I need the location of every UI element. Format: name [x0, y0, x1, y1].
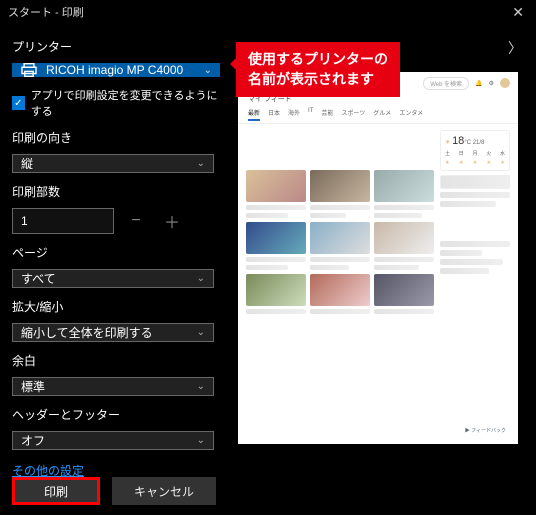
preview-tab: スポーツ: [341, 108, 365, 121]
weather-lo: 8: [481, 140, 484, 146]
wd: 水: [500, 150, 505, 157]
orientation-label: 印刷の向き: [12, 129, 220, 146]
orientation-select[interactable]: 縦 ⌄: [12, 154, 214, 173]
printer-select[interactable]: RICOH imagio MP C4000 ⌄: [12, 63, 220, 77]
preview-tab: グルメ: [373, 108, 391, 121]
cancel-button[interactable]: キャンセル: [112, 477, 216, 505]
sun-icon: ☀: [487, 160, 491, 166]
preview-tab: IT: [308, 108, 313, 121]
wd: 火: [486, 150, 491, 157]
wd: 土: [445, 150, 450, 157]
title-bar: スタート - 印刷 ✕: [0, 0, 536, 24]
preview-body: ☀ 18°C 21/8 土 日 月 火 水 ☀ ☀ ☀ ☀ ☀: [238, 124, 518, 320]
settings-panel: プリンター RICOH imagio MP C4000 ⌄ ✓ アプリで印刷設定…: [0, 24, 232, 464]
preview-card: [374, 222, 434, 270]
preview-card: [246, 222, 306, 270]
weather-unit: °C: [464, 140, 471, 146]
preview-tabs: 最新 日本 海外 IT 芸能 スポーツ グルメ エンタメ: [238, 106, 518, 124]
pages-value: すべて: [21, 270, 56, 287]
preview-search: Web を検索: [423, 77, 469, 90]
header-footer-select[interactable]: オフ ⌄: [12, 431, 214, 450]
margin-select[interactable]: 標準 ⌄: [12, 377, 214, 396]
preview-card: [246, 170, 306, 218]
sun-icon: ☀: [445, 140, 450, 146]
preview-tab: 海外: [288, 108, 300, 121]
bell-icon: 🔔: [475, 80, 482, 87]
sun-icon: ☀: [459, 160, 463, 166]
preview-side-text: [440, 241, 510, 247]
preview-main-col: [246, 130, 434, 314]
preview-feedback-text: フィードバック: [471, 428, 506, 434]
print-preview: Web を検索 🔔 ⚙ マイ フィード 最新 日本 海外 IT 芸能 スポーツ …: [238, 72, 518, 444]
sun-icon: ☀: [501, 160, 505, 166]
orientation-value: 縦: [21, 155, 33, 172]
checkbox-checked-icon: ✓: [12, 96, 25, 110]
preview-side-text: [440, 201, 496, 207]
app-override-label: アプリで印刷設定を変更できるようにする: [31, 87, 220, 119]
app-override-checkbox-row[interactable]: ✓ アプリで印刷設定を変更できるようにする: [12, 87, 220, 119]
callout-line2: 名前が表示されます: [248, 70, 388, 90]
preview-side-col: ☀ 18°C 21/8 土 日 月 火 水 ☀ ☀ ☀ ☀ ☀: [440, 130, 510, 314]
wd: 日: [459, 150, 464, 157]
header-footer-label: ヘッダーとフッター: [12, 406, 220, 423]
print-button[interactable]: 印刷: [12, 477, 100, 505]
close-icon[interactable]: ✕: [508, 4, 528, 21]
weather-days: 土 日 月 火 水: [445, 150, 505, 157]
preview-card: [310, 222, 370, 270]
copies-input[interactable]: [12, 208, 114, 234]
printer-icon: [20, 63, 38, 77]
preview-next-icon[interactable]: 〉: [508, 38, 522, 58]
avatar: [500, 78, 510, 88]
pages-select[interactable]: すべて ⌄: [12, 269, 214, 288]
pages-label: ページ: [12, 244, 220, 261]
weather-icons: ☀ ☀ ☀ ☀ ☀: [445, 160, 505, 166]
chevron-down-icon: ⌄: [197, 435, 205, 446]
preview-side-text: [440, 250, 482, 256]
preview-side-text: [440, 192, 510, 198]
preview-ad: [440, 175, 510, 189]
header-footer-value: オフ: [21, 432, 45, 449]
margin-value: 標準: [21, 378, 45, 395]
gear-icon: ⚙: [489, 80, 494, 87]
preview-card: [374, 274, 434, 314]
preview-tab: 日本: [268, 108, 280, 121]
preview-side-text: [440, 259, 503, 265]
window-title: スタート - 印刷: [8, 4, 84, 20]
preview-tab: エンタメ: [399, 108, 423, 121]
sun-icon: ☀: [473, 160, 477, 166]
preview-side-text: [440, 268, 489, 274]
preview-feedback-link: ▶ フィードバック: [465, 427, 506, 434]
preview-card: [374, 170, 434, 218]
margin-label: 余白: [12, 352, 220, 369]
preview-tab: 芸能: [321, 108, 333, 121]
preview-tab: 最新: [248, 108, 260, 121]
chevron-down-icon: ⌄: [197, 158, 205, 169]
copies-plus-button[interactable]: ＋: [158, 208, 186, 234]
preview-card: [310, 274, 370, 314]
scale-select[interactable]: 縮小して全体を印刷する ⌄: [12, 323, 214, 342]
annotation-callout: 使用するプリンターの 名前が表示されます: [236, 42, 400, 97]
preview-card: [310, 170, 370, 218]
wd: 月: [472, 150, 477, 157]
copies-minus-button[interactable]: −: [122, 208, 150, 234]
chevron-down-icon: ⌄: [197, 381, 205, 392]
sun-icon: ☀: [445, 160, 449, 166]
chevron-down-icon: ⌄: [204, 65, 212, 76]
copies-label: 印刷部数: [12, 183, 220, 200]
weather-widget: ☀ 18°C 21/8 土 日 月 火 水 ☀ ☀ ☀ ☀ ☀: [440, 130, 510, 171]
preview-card-grid: [246, 170, 434, 314]
chevron-down-icon: ⌄: [197, 327, 205, 338]
copies-row: − ＋: [12, 208, 220, 234]
chevron-down-icon: ⌄: [197, 273, 205, 284]
weather-temp: 18: [452, 135, 464, 147]
scale-label: 拡大/縮小: [12, 298, 220, 315]
dialog-footer: 印刷 キャンセル: [0, 467, 536, 515]
printer-label: プリンター: [12, 38, 220, 55]
scale-value: 縮小して全体を印刷する: [21, 324, 153, 341]
printer-name: RICOH imagio MP C4000: [46, 63, 196, 77]
callout-line1: 使用するプリンターの: [248, 50, 388, 70]
preview-card: [246, 274, 306, 314]
weather-hi: 21: [473, 140, 480, 146]
